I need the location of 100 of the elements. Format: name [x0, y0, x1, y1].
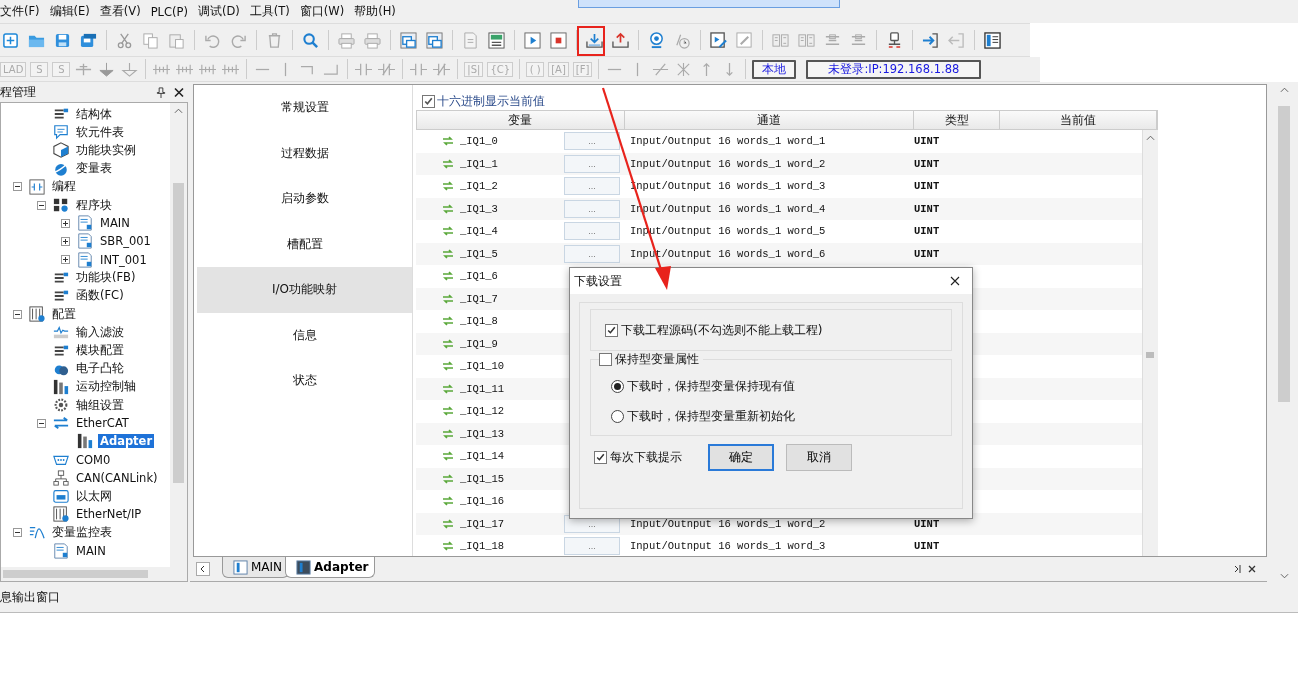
- collapse-icon[interactable]: [13, 182, 22, 192]
- copy-icon[interactable]: [142, 31, 159, 49]
- browse-button[interactable]: ...: [564, 132, 620, 151]
- tree-item[interactable]: EtherNet/IP: [74, 507, 144, 522]
- tree-item[interactable]: 编程: [50, 179, 78, 195]
- checkbox[interactable]: [422, 95, 435, 108]
- menu-item[interactable]: PLC(P): [150, 4, 194, 19]
- browse-button[interactable]: ...: [564, 177, 620, 196]
- menu-item[interactable]: 调试(D): [197, 4, 246, 19]
- scroll-left-icon[interactable]: [196, 562, 210, 576]
- browse-button[interactable]: ...: [564, 199, 620, 218]
- tree-item[interactable]: INT_001: [98, 252, 149, 267]
- collapse-icon[interactable]: [37, 418, 46, 428]
- trash-icon[interactable]: [266, 31, 283, 49]
- config-nav-item[interactable]: 槽配置: [197, 221, 412, 267]
- menu-item[interactable]: 编辑(E): [49, 4, 96, 19]
- expand-icon[interactable]: [61, 255, 70, 265]
- windows-icon[interactable]: [426, 31, 443, 49]
- column-header[interactable]: 变量: [417, 111, 625, 129]
- scissors-icon[interactable]: [116, 31, 133, 49]
- expand-icon[interactable]: [61, 218, 70, 228]
- tree-item[interactable]: 软元件表: [74, 124, 126, 140]
- close-icon[interactable]: [950, 276, 960, 286]
- scrollbar[interactable]: [170, 103, 187, 567]
- stop-icon[interactable]: [550, 31, 567, 49]
- plug-icon[interactable]: [886, 31, 903, 49]
- config-nav-item[interactable]: 状态: [197, 358, 412, 404]
- scroll-down-icon[interactable]: [1279, 573, 1289, 579]
- checkbox[interactable]: [594, 451, 607, 464]
- tree-item[interactable]: 电子凸轮: [74, 361, 126, 377]
- scrollbar[interactable]: [1142, 130, 1158, 556]
- windows-icon[interactable]: [400, 31, 417, 49]
- webcam-icon[interactable]: [648, 31, 665, 49]
- tree-item[interactable]: 功能块实例: [74, 142, 138, 158]
- ok-button[interactable]: 确定: [708, 444, 774, 471]
- checkbox[interactable]: [599, 353, 612, 366]
- collapse-icon[interactable]: [37, 200, 46, 210]
- block-icon[interactable]: [798, 31, 815, 49]
- upload-icon[interactable]: [612, 31, 629, 49]
- config-nav-item[interactable]: I/O功能映射: [197, 267, 412, 313]
- download-icon[interactable]: [586, 31, 603, 49]
- tree-item[interactable]: COM0: [74, 452, 113, 467]
- column-header[interactable]: 当前值: [999, 111, 1157, 129]
- tree-item[interactable]: 函数(FC): [74, 288, 126, 304]
- tree-item[interactable]: 变量监控表: [50, 524, 114, 540]
- tree-item[interactable]: 模块配置: [74, 343, 126, 359]
- menu-item[interactable]: 查看(V): [99, 4, 147, 19]
- column-header[interactable]: 通道: [624, 111, 915, 129]
- radio-button[interactable]: [611, 410, 624, 423]
- tree-item[interactable]: MAIN: [98, 216, 132, 231]
- tree-item[interactable]: EtherCAT: [74, 416, 131, 431]
- tree-item[interactable]: 以太网: [74, 488, 114, 504]
- pin-icon[interactable]: [156, 86, 166, 98]
- printer-icon[interactable]: [364, 31, 381, 49]
- tree-item[interactable]: 结构体: [74, 106, 114, 122]
- browse-button[interactable]: ...: [564, 222, 620, 241]
- column-header[interactable]: 类型: [914, 111, 1000, 129]
- collapse-icon[interactable]: [13, 527, 22, 537]
- tree-item[interactable]: 程序块: [74, 197, 114, 213]
- tree-item[interactable]: MAIN: [74, 543, 108, 558]
- menu-item[interactable]: 工具(T): [249, 4, 296, 19]
- document-icon[interactable]: [462, 31, 479, 49]
- expand-icon[interactable]: [61, 236, 70, 246]
- tree-item[interactable]: 功能块(FB): [74, 270, 138, 286]
- pencil-icon[interactable]: [736, 31, 753, 49]
- checkbox[interactable]: [605, 323, 618, 337]
- tree-item[interactable]: CAN(CANLink): [74, 470, 160, 485]
- browse-button[interactable]: ...: [564, 244, 620, 263]
- ladder-symbol-icon[interactable]: [97, 60, 117, 78]
- radio-button[interactable]: [611, 380, 624, 393]
- login-icon[interactable]: [922, 31, 939, 49]
- config-nav-item[interactable]: 常规设置: [197, 85, 412, 131]
- menu-item[interactable]: 窗口(W): [299, 4, 351, 19]
- tree-item[interactable]: 轴组设置: [74, 397, 126, 413]
- tree-item[interactable]: SBR_001: [98, 234, 153, 249]
- ladder-symbol-icon[interactable]: [120, 60, 140, 78]
- tree-item[interactable]: Adapter: [98, 434, 155, 449]
- horizontal-scrollbar[interactable]: [1, 567, 187, 581]
- tree-item[interactable]: 输入滤波: [74, 324, 126, 340]
- browse-button[interactable]: ...: [564, 537, 620, 556]
- tree-item[interactable]: 运动控制轴: [74, 379, 138, 395]
- browse-button[interactable]: ...: [564, 154, 620, 173]
- logout-icon[interactable]: [948, 31, 965, 49]
- book-icon[interactable]: [984, 31, 1001, 49]
- grip-icon[interactable]: [1146, 352, 1154, 358]
- scroll-up-icon[interactable]: [1146, 135, 1155, 141]
- tree-item[interactable]: 配置: [50, 306, 78, 322]
- config-nav-item[interactable]: 过程数据: [197, 130, 412, 176]
- config-nav-item[interactable]: 信息: [197, 312, 412, 358]
- printer-icon[interactable]: [338, 31, 355, 49]
- save-all-icon[interactable]: [80, 31, 97, 49]
- scroll-up-icon[interactable]: [1279, 87, 1289, 93]
- play-icon[interactable]: [524, 31, 541, 49]
- menu-item[interactable]: 文件(F): [0, 4, 46, 19]
- block-icon[interactable]: [772, 31, 789, 49]
- collapse-icon[interactable]: [13, 309, 22, 319]
- menu-item[interactable]: 帮助(H): [354, 4, 402, 19]
- new-file-icon[interactable]: [2, 31, 19, 49]
- close-icon[interactable]: [174, 86, 184, 98]
- play-pencil-icon[interactable]: [710, 31, 727, 49]
